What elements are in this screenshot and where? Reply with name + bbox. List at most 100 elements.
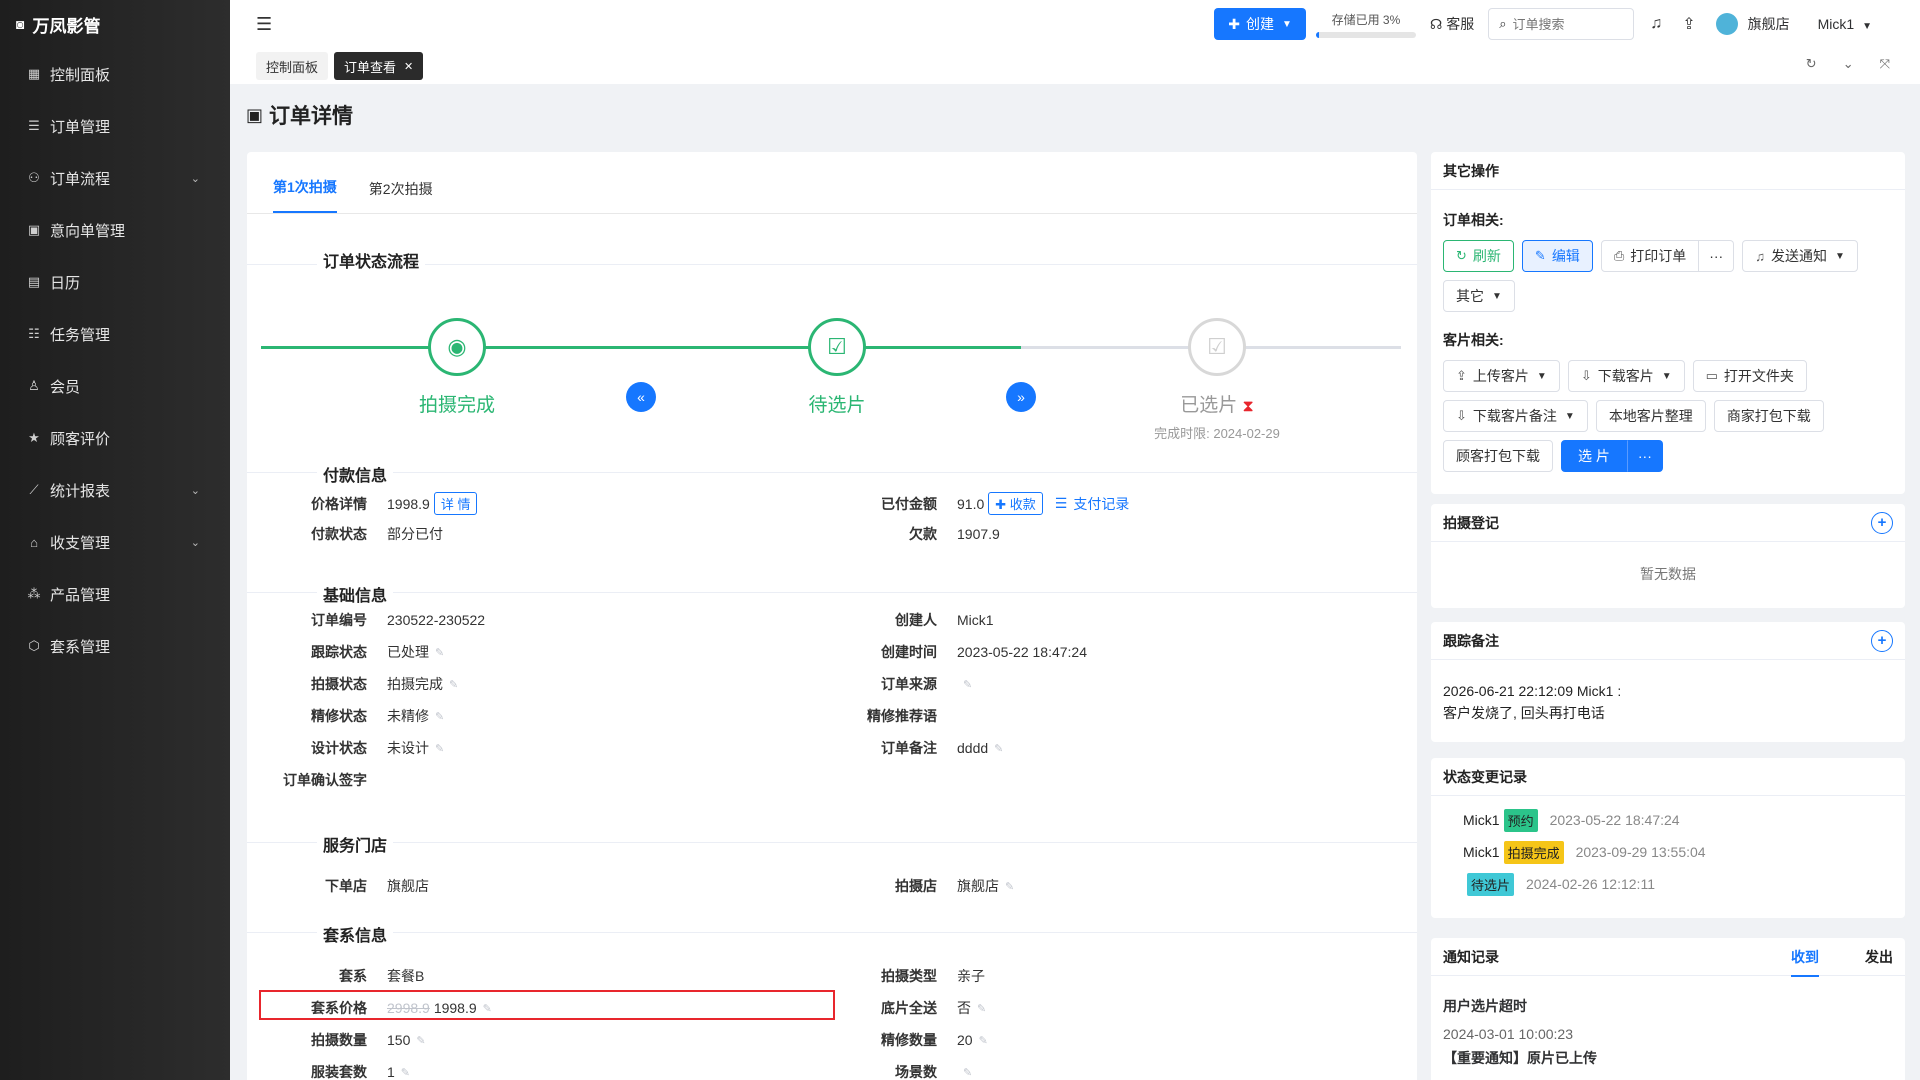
service-label: 客服 (1446, 16, 1475, 32)
sidebar-item[interactable]: ▣ 意向单管理 (0, 204, 230, 256)
merchant-pack-button[interactable]: 商家打包下载 (1713, 400, 1824, 432)
pencil-icon[interactable]: ✎ (401, 1066, 410, 1079)
status-log-item: Mick1 预约 2023-05-22 18:47:24 (1463, 804, 1905, 836)
select-more-button[interactable]: ··· (1626, 440, 1663, 472)
print-order-button[interactable]: ⎙ 打印订单 (1600, 240, 1700, 272)
field-key: 价格详情 (311, 495, 367, 512)
more-button[interactable]: ··· (1699, 240, 1735, 272)
sidebar-item-label: 订单管理 (50, 118, 111, 136)
storage-label: 存储已用 3% (1331, 12, 1401, 27)
edit-button[interactable]: ✎ 编辑 (1521, 240, 1593, 272)
field-value: 部分已付 (387, 526, 443, 542)
chevron-down-icon[interactable]: ⌄ (1843, 56, 1854, 72)
pencil-icon[interactable]: ✎ (994, 742, 1003, 755)
field-value-text: Mick1 (957, 612, 994, 628)
notify-item[interactable]: 用户选片超时 2024-03-01 10:00:23 【重要通知】原片已上传 (1431, 976, 1905, 1080)
price-detail-row: 价格详情 1998.9 详 情 (237, 492, 478, 515)
create-button[interactable]: ✚ 创建 ▼ (1214, 8, 1306, 40)
refresh-button[interactable]: ↻ 刷新 (1443, 240, 1514, 272)
sidebar-item[interactable]: ⬡ 套系管理 (0, 620, 230, 672)
sidebar-item[interactable]: ☷ 任务管理 (0, 308, 230, 360)
btn-label: 打开文件夹 (1723, 368, 1794, 384)
pencil-icon[interactable]: ✎ (449, 678, 458, 691)
order-search[interactable]: ⌕ (1488, 8, 1635, 40)
sidebar-item[interactable]: ☰ 订单管理 (0, 100, 230, 152)
member-icon: ♙ (28, 378, 40, 393)
pencil-icon[interactable]: ✎ (435, 742, 444, 755)
pencil-icon[interactable]: ✎ (435, 710, 444, 723)
pencil-icon[interactable]: ✎ (963, 678, 972, 691)
field-key: 付款状态 (311, 526, 367, 542)
chevron-down-icon: ▼ (1282, 18, 1292, 30)
sidebar-item[interactable]: ★ 顾客评价 (0, 412, 230, 464)
field-value-text: 2023-05-22 18:47:24 (957, 644, 1087, 660)
upload-photos-button[interactable]: ⇪ 上传客片 ▼ (1443, 360, 1560, 392)
local-sort-button[interactable]: 本地客片整理 (1595, 400, 1706, 432)
field-key: 套系 (339, 968, 367, 984)
customer-pack-button[interactable]: 顾客打包下载 (1443, 440, 1553, 472)
close-icon[interactable]: ✕ (404, 60, 413, 73)
search-input[interactable] (1512, 16, 1623, 32)
log-user: Mick1 (1463, 812, 1500, 828)
select-photos-button[interactable]: 选 片 (1561, 440, 1627, 472)
download-note-button[interactable]: ⇩ 下载客片备注 ▼ (1443, 400, 1588, 432)
add-icon[interactable]: + (1871, 511, 1893, 534)
sidebar-item[interactable]: ♙ 会员 (0, 360, 230, 412)
service-button[interactable]: ☊ 客服 (1430, 14, 1474, 34)
tab-sent[interactable]: 发出 (1865, 947, 1893, 967)
open-folder-button[interactable]: ▭ 打开文件夹 (1692, 360, 1807, 392)
collect-label: 收款 (1009, 497, 1036, 512)
payment-record-link[interactable]: ☰ 支付记录 (1055, 494, 1130, 514)
tag-dashboard[interactable]: 控制面板 (256, 52, 329, 80)
pencil-icon[interactable]: ✎ (1005, 880, 1014, 893)
storage-fill (1315, 31, 1319, 38)
brand[interactable]: ◙ 万凤影管 (0, 0, 230, 48)
page-title-text: 订单详情 (269, 105, 354, 128)
pencil-icon[interactable]: ✎ (416, 1034, 425, 1047)
calendar-icon: ▤ (27, 274, 41, 289)
step-label: 待选片 (808, 395, 866, 416)
price-detail-button[interactable]: 详 情 (433, 492, 478, 515)
btn-label: 刷新 (1472, 248, 1501, 264)
field-row: 订单确认签字 (237, 770, 387, 790)
menu-fold-icon[interactable]: ☰ (256, 14, 272, 35)
sidebar-item-label: 会员 (50, 378, 81, 396)
sidebar-item[interactable]: ▤ 日历 (0, 256, 230, 308)
fullscreen-icon[interactable]: ⤧ (1880, 56, 1890, 72)
log-user: Mick1 (1463, 844, 1500, 860)
sidebar-item-label: 收支管理 (50, 534, 111, 552)
photo-check-icon: ☑ (808, 318, 866, 376)
btn-label: 编辑 (1551, 248, 1580, 264)
pencil-icon[interactable]: ✎ (963, 1066, 972, 1079)
pencil-icon[interactable]: ✎ (435, 646, 444, 659)
other-button[interactable]: 其它 ▼ (1443, 280, 1515, 312)
collect-button[interactable]: ✚ 收款 (988, 492, 1043, 515)
prev-step-button[interactable]: « (626, 382, 656, 412)
tab-received[interactable]: 收到 (1791, 947, 1819, 977)
tab-shoot-2[interactable]: 第2次拍摄 (369, 179, 433, 213)
field-value: 亲子 (957, 966, 985, 986)
refresh-icon[interactable]: ↻ (1806, 56, 1817, 72)
send-notify-button[interactable]: ♫ 发送通知 ▼ (1742, 240, 1858, 272)
sidebar-item[interactable]: ⁂ 产品管理 (0, 568, 230, 620)
next-step-button[interactable]: » (1006, 382, 1036, 412)
sidebar-item[interactable]: ▦ 控制面板 (0, 48, 230, 100)
sidebar-item[interactable]: ⌂ 收支管理 ⌄ (0, 516, 230, 568)
upload-icon[interactable]: ⇪ (1682, 14, 1695, 34)
bell-icon[interactable]: ♫ (1650, 15, 1662, 33)
sidebar-item[interactable]: ⟋ 统计报表 ⌄ (0, 464, 230, 516)
tag-order-view[interactable]: 订单查看 ✕ (334, 52, 424, 80)
pencil-icon[interactable]: ✎ (977, 1002, 986, 1015)
task-icon: ☷ (28, 326, 40, 341)
download-photos-button[interactable]: ⇩ 下载客片 ▼ (1567, 360, 1685, 392)
plus-icon: ✚ (1228, 15, 1240, 32)
add-icon[interactable]: + (1871, 629, 1893, 652)
tab-shoot-1[interactable]: 第1次拍摄 (273, 177, 337, 213)
sidebar-item-label: 产品管理 (50, 586, 111, 604)
sidebar-item[interactable]: ⚇ 订单流程 ⌄ (0, 152, 230, 204)
pencil-icon[interactable]: ✎ (979, 1034, 988, 1047)
notify-title: 用户选片超时 (1443, 998, 1527, 1014)
user-menu[interactable]: Mick1 ▼ (1818, 16, 1872, 32)
field-row: 创建人 Mick1 (807, 610, 994, 630)
shop-switcher[interactable]: 旗舰店 (1715, 13, 1790, 35)
